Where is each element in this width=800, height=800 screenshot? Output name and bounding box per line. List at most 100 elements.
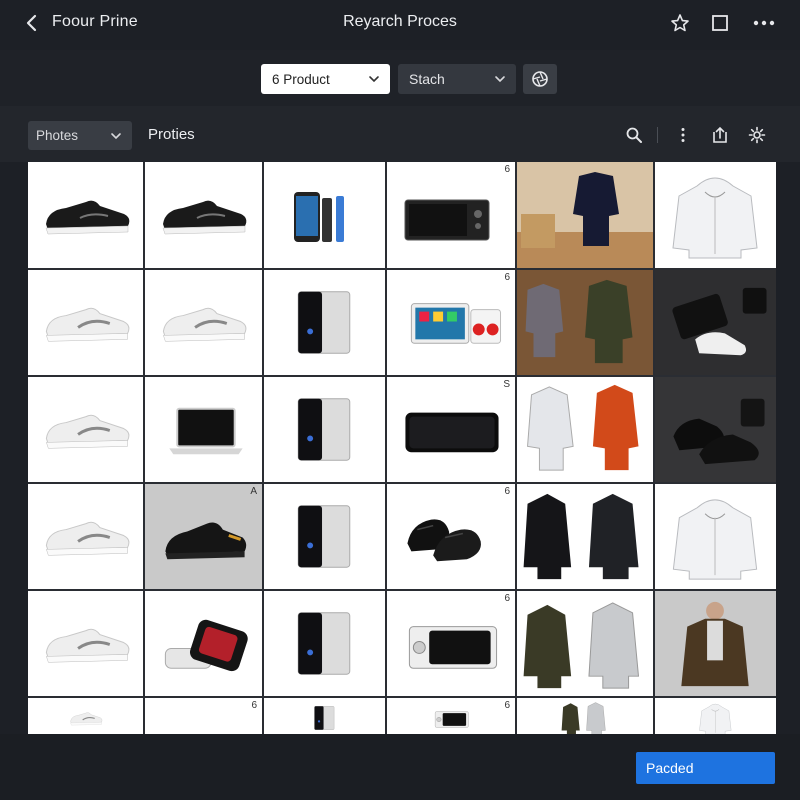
- product-image: [45, 628, 130, 663]
- product-image: [681, 601, 749, 687]
- photos-dropdown-label: Photes: [36, 128, 79, 143]
- product-thumbnail[interactable]: [517, 698, 653, 734]
- gear-icon[interactable]: [746, 124, 768, 146]
- product-thumbnail[interactable]: [28, 162, 143, 268]
- toolbar-divider: [657, 127, 658, 143]
- app-title: Foour Prine: [52, 13, 138, 30]
- thumbnail-corner-label: 6: [504, 272, 510, 283]
- product-image: [164, 619, 248, 672]
- product-image: [525, 279, 633, 364]
- product-image: [404, 199, 490, 241]
- product-image: [517, 172, 653, 268]
- product-image: [145, 698, 262, 734]
- product-thumbnail[interactable]: [145, 270, 262, 375]
- product-image: [70, 712, 103, 726]
- product-image: [45, 521, 130, 556]
- product-thumbnail[interactable]: [517, 377, 653, 482]
- thumbnail-corner-label: 6: [504, 593, 510, 604]
- product-thumbnail[interactable]: 6: [387, 591, 515, 696]
- chevron-down-icon: [495, 76, 505, 83]
- product-thumbnail[interactable]: [517, 162, 653, 268]
- kebab-icon[interactable]: [672, 124, 694, 146]
- product-thumbnail[interactable]: [517, 591, 653, 696]
- product-image: [297, 398, 351, 461]
- product-thumbnail[interactable]: [264, 162, 385, 268]
- filter-bar: 6 Product Stach: [0, 50, 800, 106]
- aperture-icon[interactable]: [523, 64, 557, 94]
- product-image: [673, 398, 765, 465]
- product-thumbnail[interactable]: S: [387, 377, 515, 482]
- product-dropdown-label: 6 Product: [272, 71, 330, 87]
- product-image: [405, 412, 499, 453]
- product-image: [410, 303, 502, 344]
- product-thumbnail[interactable]: 6: [145, 698, 262, 734]
- product-thumbnail[interactable]: [517, 484, 653, 589]
- toolbar: Photes Proties: [0, 106, 800, 162]
- product-image: [165, 522, 247, 560]
- product-thumbnail[interactable]: [264, 698, 385, 734]
- product-thumbnail[interactable]: [655, 377, 776, 482]
- search-icon[interactable]: [623, 124, 645, 146]
- product-image: [561, 702, 606, 734]
- product-image: [162, 200, 247, 235]
- product-image: [297, 505, 351, 568]
- photos-dropdown[interactable]: Photes: [28, 121, 132, 150]
- product-thumbnail[interactable]: [264, 591, 385, 696]
- product-image: [527, 384, 639, 471]
- product-thumbnail[interactable]: A: [145, 484, 262, 589]
- upload-icon[interactable]: [709, 124, 731, 146]
- stash-dropdown[interactable]: Stach: [398, 64, 516, 94]
- more-icon[interactable]: [753, 12, 775, 34]
- product-image: [672, 499, 758, 580]
- primary-action-button[interactable]: Pacded: [636, 752, 775, 784]
- product-thumbnail[interactable]: [655, 591, 776, 696]
- product-image: [162, 307, 247, 342]
- product-image: [434, 711, 469, 728]
- square-icon[interactable]: [709, 12, 731, 34]
- product-image: [523, 602, 640, 689]
- product-thumbnail[interactable]: [145, 162, 262, 268]
- thumbnail-corner-label: 6: [251, 700, 257, 711]
- product-thumbnail[interactable]: [655, 270, 776, 375]
- product-thumbnail[interactable]: [517, 270, 653, 375]
- product-image: [523, 493, 639, 580]
- product-thumbnail[interactable]: [655, 484, 776, 589]
- star-icon[interactable]: [669, 12, 691, 34]
- thumbnail-corner-label: S: [503, 379, 510, 390]
- product-image: [297, 291, 351, 354]
- product-thumbnail[interactable]: 6: [387, 162, 515, 268]
- product-image: [699, 703, 732, 734]
- product-thumbnail[interactable]: [264, 270, 385, 375]
- product-image: [45, 200, 130, 235]
- product-image: [169, 407, 243, 455]
- product-image: [672, 177, 758, 259]
- chevron-down-icon: [369, 76, 379, 83]
- product-image: [407, 519, 481, 562]
- product-thumbnail[interactable]: [145, 377, 262, 482]
- product-grid: 6 6 S A 6 6 6 6: [28, 162, 776, 734]
- product-thumbnail[interactable]: [655, 698, 776, 734]
- footer-bar: Pacded: [0, 734, 800, 800]
- thumbnail-corner-label: 6: [504, 486, 510, 497]
- product-dropdown[interactable]: 6 Product: [261, 64, 390, 94]
- product-thumbnail[interactable]: [28, 377, 143, 482]
- product-image: [294, 192, 344, 242]
- product-thumbnail[interactable]: [264, 484, 385, 589]
- product-thumbnail[interactable]: [655, 162, 776, 268]
- section-title: Proties: [148, 126, 195, 143]
- product-thumbnail[interactable]: [264, 377, 385, 482]
- product-thumbnail[interactable]: [145, 591, 262, 696]
- back-icon[interactable]: [22, 12, 42, 34]
- product-thumbnail[interactable]: [28, 484, 143, 589]
- product-thumbnail[interactable]: [28, 270, 143, 375]
- product-thumbnail[interactable]: 6: [387, 270, 515, 375]
- product-thumbnail[interactable]: 6: [387, 698, 515, 734]
- product-image: [45, 414, 130, 449]
- product-thumbnail[interactable]: [28, 698, 143, 734]
- product-thumbnail[interactable]: [28, 591, 143, 696]
- product-thumbnail[interactable]: 6: [387, 484, 515, 589]
- thumbnail-corner-label: 6: [504, 700, 510, 711]
- stash-dropdown-label: Stach: [409, 71, 445, 87]
- title-bar: Foour Prine Reyarch Proces: [0, 0, 800, 46]
- product-image: [672, 287, 767, 356]
